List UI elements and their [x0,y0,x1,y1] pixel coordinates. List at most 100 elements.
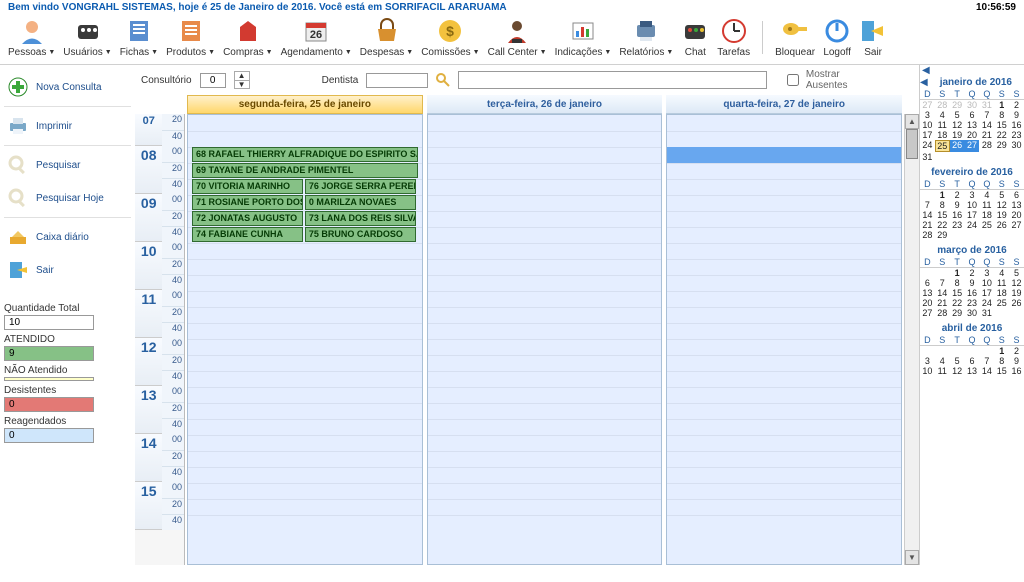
cal-day[interactable]: 23 [950,220,965,230]
toolbar-despesas[interactable]: Despesas ▼ [356,17,417,58]
cal-day[interactable]: 24 [965,220,980,230]
cal-day[interactable]: 9 [965,278,980,288]
cal-day[interactable]: 11 [979,200,994,210]
cal-day[interactable]: 26 [950,140,965,152]
cal-day[interactable]: 27 [920,308,935,318]
scroll-down-arrow-icon[interactable]: ▼ [905,550,919,565]
cal-day[interactable]: 10 [979,278,994,288]
cal-day[interactable]: 13 [965,366,980,376]
cal-day[interactable]: 10 [920,120,935,130]
consultorio-input[interactable] [200,73,226,88]
appointment[interactable]: 75 BRUNO CARDOSO [305,227,416,242]
nova-consulta-button[interactable]: Nova Consulta [4,71,131,103]
cal-day[interactable]: 27 [920,100,935,110]
cal-day[interactable]: 18 [935,130,950,140]
cal-day[interactable]: 4 [935,356,950,366]
cal-day[interactable]: 14 [935,288,950,298]
cal-day[interactable]: 31 [920,152,935,162]
cal-day[interactable]: 15 [935,210,950,220]
toolbar-pessoas[interactable]: Pessoas ▼ [4,17,59,58]
day-header-2[interactable]: quarta-feira, 27 de janeiro [666,95,902,114]
cal-day[interactable]: 12 [1009,278,1024,288]
toolbar-relat-rios[interactable]: Relatórios ▼ [615,17,677,58]
day-header-0[interactable]: segunda-feira, 25 de janeiro [187,95,423,114]
cal-day[interactable]: 18 [979,210,994,220]
appointment[interactable]: 71 ROSIANE PORTO DOS [192,195,303,210]
cal-day[interactable]: 8 [950,278,965,288]
appointment[interactable]: 74 FABIANE CUNHA [192,227,303,242]
cal-day[interactable]: 15 [994,366,1009,376]
cal-day[interactable]: 12 [950,366,965,376]
toolbar-bloquear[interactable]: Bloquear [771,17,819,58]
cal-day[interactable]: 18 [994,288,1009,298]
toolbar-fichas[interactable]: Fichas ▼ [116,17,162,58]
toolbar-usu-rios[interactable]: Usuários ▼ [59,17,115,58]
cal-day[interactable]: 23 [965,298,980,308]
toolbar-agendamento[interactable]: 26Agendamento ▼ [277,17,356,58]
cal-day[interactable]: 30 [1009,140,1024,152]
cal-day[interactable]: 14 [979,120,994,130]
cal-day[interactable]: 15 [994,120,1009,130]
cal-day[interactable]: 28 [935,100,950,110]
cal-day[interactable]: 25 [979,220,994,230]
search-small-icon[interactable] [436,73,450,87]
cal-day[interactable]: 12 [950,120,965,130]
spinner-icon[interactable]: ▲ ▼ [234,71,250,89]
toolbar-sair[interactable]: Sair [855,17,891,58]
cal-day[interactable]: 6 [965,356,980,366]
cal-day[interactable]: 8 [994,356,1009,366]
cal-day[interactable]: 27 [965,140,980,152]
cal-day[interactable]: 17 [965,210,980,220]
cal-day[interactable]: 19 [1009,288,1024,298]
pesquisar-button[interactable]: Pesquisar [4,149,131,181]
cal-day[interactable]: 21 [920,220,935,230]
cal-day[interactable]: 21 [979,130,994,140]
cal-day[interactable]: 3 [965,190,980,200]
cal-day[interactable]: 19 [950,130,965,140]
cal-day[interactable]: 28 [935,308,950,318]
imprimir-button[interactable]: Imprimir [4,110,131,142]
cal-day[interactable]: 25 [935,140,950,152]
cal-day[interactable]: 1 [994,100,1009,110]
cal-day[interactable]: 22 [994,130,1009,140]
appointment[interactable]: 72 JONATAS AUGUSTO [192,211,303,226]
day-body-1[interactable] [428,115,662,564]
cal-day[interactable]: 9 [950,200,965,210]
cal-day[interactable]: 29 [950,100,965,110]
cal-day[interactable]: 2 [950,190,965,200]
cal-day[interactable]: 9 [1009,356,1024,366]
vertical-scrollbar[interactable]: ▲ ▼ [904,114,919,565]
toolbar-chat[interactable]: Chat [677,17,713,58]
cal-day[interactable]: 10 [920,366,935,376]
cal-day[interactable]: 6 [1009,190,1024,200]
cal-day[interactable]: 21 [935,298,950,308]
cal-day[interactable]: 22 [935,220,950,230]
cal-day[interactable]: 29 [950,308,965,318]
cal-day[interactable]: 1 [935,190,950,200]
appointment[interactable]: 73 LANA DOS REIS SILVA [305,211,416,226]
cal-day[interactable]: 2 [965,268,980,278]
cal-day[interactable]: 23 [1009,130,1024,140]
cal-day[interactable]: 20 [1009,210,1024,220]
cal-day[interactable]: 29 [994,140,1009,152]
cal-day[interactable]: 26 [994,220,1009,230]
cal-day[interactable]: 5 [994,190,1009,200]
cal-day[interactable]: 13 [1009,200,1024,210]
cal-day[interactable]: 4 [935,110,950,120]
cal-day[interactable]: 30 [965,308,980,318]
appointment[interactable]: 69 TAYANE DE ANDRADE PIMENTEL [192,163,418,178]
cal-day[interactable]: 9 [1009,110,1024,120]
toolbar-indica-es[interactable]: Indicações ▼ [551,17,616,58]
toolbar-logoff[interactable]: Logoff [819,17,855,58]
cal-day[interactable]: 14 [920,210,935,220]
cal-day[interactable]: 1 [950,268,965,278]
cal-day[interactable]: 29 [935,230,950,240]
cal-day[interactable]: 3 [920,110,935,120]
cal-day[interactable]: 26 [1009,298,1024,308]
cal-day[interactable]: 30 [965,100,980,110]
cal-day[interactable]: 22 [950,298,965,308]
cal-day[interactable]: 6 [920,278,935,288]
cal-day[interactable]: 5 [1009,268,1024,278]
mostrar-ausentes-checkbox[interactable]: Mostrar Ausentes [783,69,877,91]
cal-day[interactable]: 13 [965,120,980,130]
